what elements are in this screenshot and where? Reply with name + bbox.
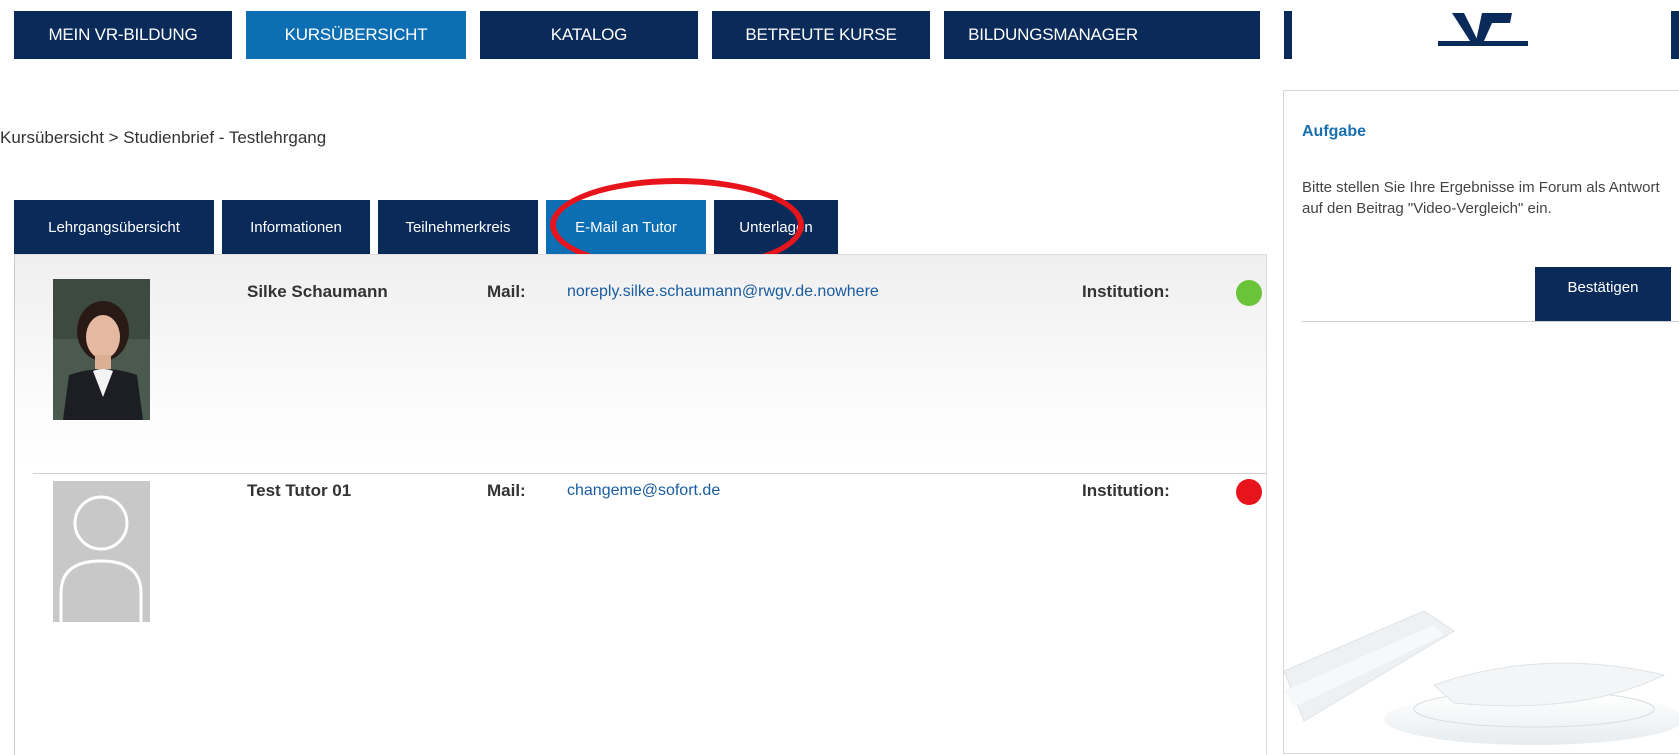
top-navigation: MEIN VR-BILDUNG KURSÜBERSICHT KATALOG BE… [0, 0, 1679, 60]
tab-lehrgangsuebersicht[interactable]: Lehrgangsübersicht [14, 200, 214, 254]
task-text: Bitte stellen Sie Ihre Ergebnisse im For… [1302, 179, 1660, 217]
default-avatar-icon [53, 481, 150, 622]
task-sidebar: Aufgabe Bitte stellen Sie Ihre Ergebniss… [1283, 90, 1679, 754]
tab-informationen[interactable]: Informationen [222, 200, 370, 254]
tab-email-an-tutor[interactable]: E-Mail an Tutor [546, 200, 706, 254]
sidebar-divider [1302, 321, 1679, 322]
tab-unterlagen[interactable]: Unterlagen [714, 200, 838, 254]
institution-label: Institution: [1082, 481, 1170, 500]
nav-kursuebersicht[interactable]: KURSÜBERSICHT [246, 11, 466, 59]
tutor-row: Silke Schaumann Mail: noreply.silke.scha… [15, 255, 1266, 470]
nav-betreute-kurse[interactable]: BETREUTE KURSE [712, 11, 930, 59]
volksbank-logo-icon[interactable] [1434, 11, 1534, 51]
person-photo-icon [53, 279, 150, 420]
logo-bar-left-edge [1284, 11, 1292, 59]
status-offline-icon [1236, 479, 1262, 505]
keyboard-mouse-image-icon [1284, 611, 1679, 751]
nav-mein-vr-bildung[interactable]: MEIN VR-BILDUNG [14, 11, 232, 59]
task-heading: Aufgabe [1302, 123, 1366, 140]
institution-label: Institution: [1082, 282, 1170, 301]
mail-label: Mail: [487, 481, 526, 500]
tutor-name: Test Tutor 01 [247, 481, 352, 500]
tutor-mail-link[interactable]: noreply.silke.schaumann@rwgv.de.nowhere [567, 283, 879, 301]
confirm-button[interactable]: Bestätigen [1535, 267, 1671, 321]
tutor-row: Test Tutor 01 Mail: changeme@sofort.de I… [15, 475, 1266, 690]
breadcrumb: Kursübersicht > Studienbrief - Testlehrg… [0, 128, 327, 147]
tutor-mail-link[interactable]: changeme@sofort.de [567, 482, 720, 500]
mail-label: Mail: [487, 282, 526, 301]
status-online-icon [1236, 280, 1262, 306]
row-divider [33, 473, 1266, 474]
nav-katalog[interactable]: KATALOG [480, 11, 698, 59]
tutor-panel: Silke Schaumann Mail: noreply.silke.scha… [14, 254, 1267, 755]
logo-bar [1284, 11, 1679, 59]
nav-bildungsmanager[interactable]: BILDUNGSMANAGER [944, 11, 1260, 59]
tutor-name: Silke Schaumann [247, 282, 388, 301]
tab-teilnehmerkreis[interactable]: Teilnehmerkreis [378, 200, 538, 254]
logo-bar-right-edge [1671, 11, 1679, 59]
